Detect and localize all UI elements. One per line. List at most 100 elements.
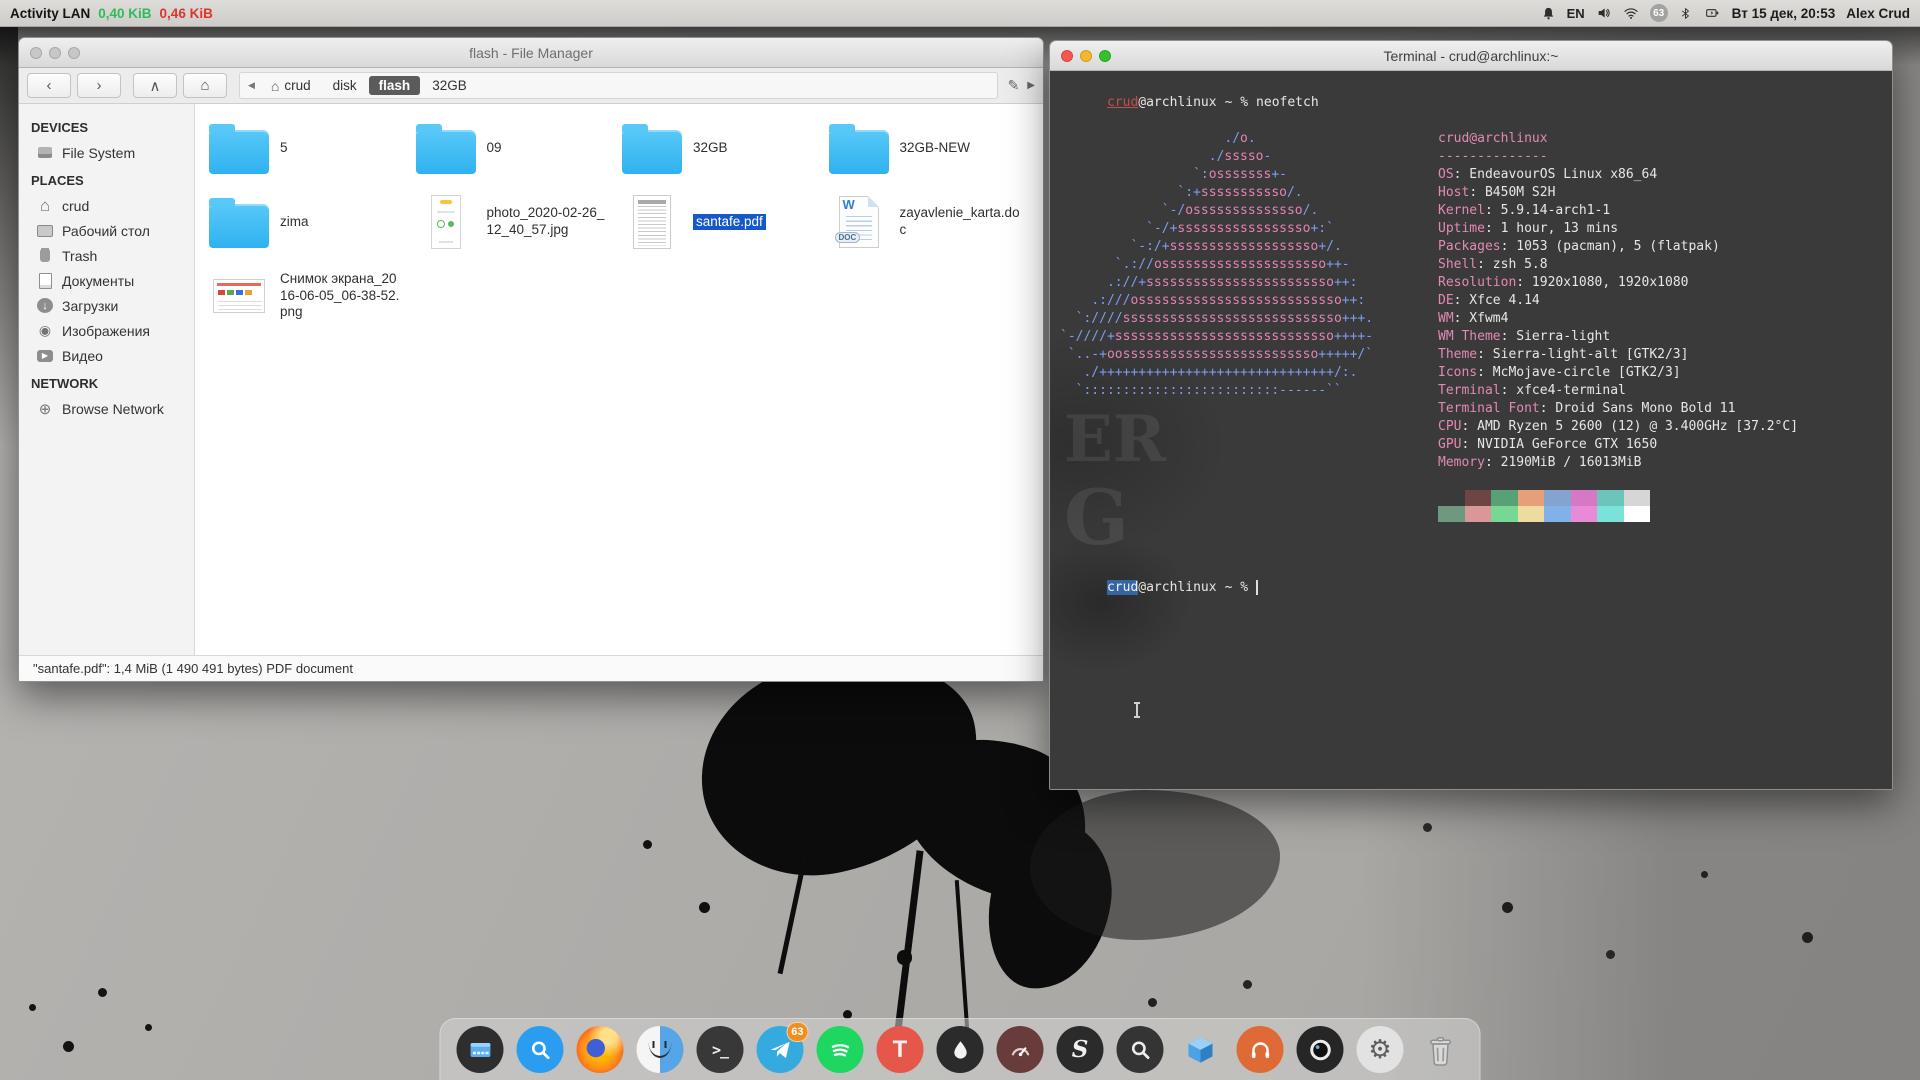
info-label: Terminal <box>1438 383 1501 398</box>
user-menu[interactable]: Alex Crud <box>1846 6 1910 21</box>
dock-loupe[interactable] <box>1117 1026 1164 1073</box>
wallpaper-drip <box>893 850 923 1039</box>
info-value: : Xfce 4.14 <box>1454 293 1540 308</box>
wallpaper-drip <box>955 880 969 1030</box>
file-item[interactable]: 5 <box>207 118 414 178</box>
down-icon: ↓ <box>37 298 53 313</box>
sidebar-header: PLACES <box>19 165 194 193</box>
notifications-bell-icon[interactable] <box>1541 6 1556 21</box>
dock-drop[interactable] <box>937 1026 984 1073</box>
telegram-tray-badge[interactable]: 63 <box>1650 4 1668 22</box>
dock-gauge[interactable] <box>997 1026 1044 1073</box>
volume-icon[interactable] <box>1596 5 1612 21</box>
clock[interactable]: Вт 15 дек, 20:53 <box>1732 6 1836 21</box>
dock-firefox[interactable] <box>577 1026 624 1073</box>
sidebar-item-desktop[interactable]: Рабочий стол <box>19 218 194 243</box>
palette-swatch <box>1465 506 1492 522</box>
dock-workspaces[interactable] <box>457 1026 504 1073</box>
terminal-window: Terminal - crud@archlinux:~ ER G crud@ar… <box>1049 40 1893 790</box>
up-button[interactable]: ∧ <box>133 73 177 98</box>
video-icon: ▶ <box>37 350 53 362</box>
file-manager-title: flash - File Manager <box>19 45 1043 61</box>
sidebar-item-net[interactable]: ⊕Browse Network <box>19 396 194 421</box>
neofetch-info-line: Terminal Font: Droid Sans Mono Bold 11 <box>1438 400 1798 418</box>
dock-lens[interactable] <box>1297 1026 1344 1073</box>
sidebar-item-label: crud <box>62 198 89 214</box>
back-button[interactable]: ‹ <box>27 73 71 98</box>
search-icon <box>527 1037 553 1063</box>
palette-swatch <box>1597 506 1624 522</box>
info-label: WM <box>1438 311 1454 326</box>
edit-path-icon[interactable]: ✎ <box>1008 77 1020 94</box>
file-item[interactable]: Снимок экрана_2016-06-05_06-38-52.png <box>207 266 414 326</box>
breadcrumb-item[interactable]: ⌂crud <box>261 76 321 96</box>
keyboard-layout-indicator[interactable]: EN <box>1567 6 1585 21</box>
file-manager-sidebar: DEVICESFile SystemPLACES⌂crudРабочий сто… <box>19 104 195 655</box>
drive-icon <box>37 145 53 161</box>
palette-swatch <box>1438 490 1465 506</box>
file-item[interactable]: WDOCzayavlenie_karta.doc <box>827 192 1034 252</box>
file-item[interactable]: 09 <box>414 118 621 178</box>
dock-files[interactable] <box>637 1026 684 1073</box>
wifi-icon[interactable] <box>1623 5 1639 21</box>
dock-trash[interactable] <box>1417 1026 1464 1073</box>
toolbar-right-icons: ✎ ▶ <box>1008 77 1035 94</box>
file-item[interactable]: santafe.pdf <box>620 192 827 252</box>
breadcrumb-item[interactable]: flash <box>369 76 421 95</box>
info-value: : NVIDIA GeForce GTX 1650 <box>1461 437 1657 452</box>
file-item[interactable]: 32GB-NEW <box>827 118 1034 178</box>
sidebar-item-drive[interactable]: File System <box>19 140 194 165</box>
neofetch-info-line: Uptime: 1 hour, 13 mins <box>1438 220 1798 238</box>
breadcrumb-scroll-right-icon[interactable]: ▶ <box>1027 80 1035 91</box>
file-label: 32GB <box>693 140 728 157</box>
status-text: "santafe.pdf": 1,4 MiB (1 490 491 bytes)… <box>33 661 353 676</box>
sidebar-header: DEVICES <box>19 112 194 140</box>
file-manager-titlebar[interactable]: flash - File Manager <box>19 38 1043 68</box>
info-label: Uptime <box>1438 221 1485 236</box>
terminal-body[interactable]: ER G crud@archlinux~ %neofetch ./o. ./ss… <box>1050 71 1892 789</box>
info-value: : 2190MiB / 16013MiB <box>1485 455 1642 470</box>
info-label: Theme <box>1438 347 1477 362</box>
battery-icon[interactable] <box>1703 5 1721 21</box>
file-list[interactable]: 509 32GB 32GB-NEW zima photo_2020-02-26_12_4… <box>195 104 1043 655</box>
photo-icon <box>431 195 461 249</box>
dock-settings[interactable]: ⚙ <box>1357 1026 1404 1073</box>
sidebar-item-doc[interactable]: Документы <box>19 268 194 293</box>
file-icon-wrap <box>620 195 684 249</box>
file-item[interactable]: zima <box>207 192 414 252</box>
breadcrumb-item[interactable]: disk <box>323 76 367 95</box>
breadcrumb-scroll-left-icon[interactable]: ◀ <box>244 80 259 91</box>
spotify-icon <box>826 1036 854 1064</box>
dock-transmission[interactable]: T <box>877 1026 924 1073</box>
info-value: : zsh 5.8 <box>1477 257 1547 272</box>
breadcrumb-item[interactable]: 32GB <box>422 76 477 95</box>
dock-headphones[interactable] <box>1237 1026 1284 1073</box>
dock-swoosh[interactable]: S <box>1057 1026 1104 1073</box>
sidebar-header: NETWORK <box>19 368 194 396</box>
folder-icon <box>209 130 269 174</box>
img-icon: ◉ <box>37 323 53 339</box>
neofetch-output: ./o. ./sssso- `:osssssss+- `:+ssssssssss… <box>1060 130 1882 522</box>
file-label: zima <box>280 214 309 231</box>
sidebar-item-down[interactable]: ↓Загрузки <box>19 293 194 318</box>
file-item[interactable]: 32GB <box>620 118 827 178</box>
neofetch-info-line: Shell: zsh 5.8 <box>1438 256 1798 274</box>
dock-cube[interactable] <box>1177 1026 1224 1073</box>
dock-terminal[interactable]: >_ <box>697 1026 744 1073</box>
dock-telegram[interactable]: 63 <box>757 1026 804 1073</box>
sidebar-item-trash[interactable]: Trash <box>19 243 194 268</box>
file-icon-wrap <box>414 195 478 249</box>
network-upload-rate: 0,46 KiB <box>160 6 213 21</box>
terminal-titlebar[interactable]: Terminal - crud@archlinux:~ <box>1050 41 1892 71</box>
dock-spotify[interactable] <box>817 1026 864 1073</box>
sidebar-item-img[interactable]: ◉Изображения <box>19 318 194 343</box>
sidebar-item-video[interactable]: ▶Видео <box>19 343 194 368</box>
bluetooth-icon[interactable] <box>1679 6 1692 21</box>
wallpaper-left-band <box>0 27 18 447</box>
home-button[interactable]: ⌂ <box>183 73 227 98</box>
file-item[interactable]: photo_2020-02-26_12_40_57.jpg <box>414 192 621 252</box>
dock-search[interactable] <box>517 1026 564 1073</box>
sidebar-item-home[interactable]: ⌂crud <box>19 193 194 218</box>
folder-icon <box>622 130 682 174</box>
forward-button[interactable]: › <box>77 73 121 98</box>
